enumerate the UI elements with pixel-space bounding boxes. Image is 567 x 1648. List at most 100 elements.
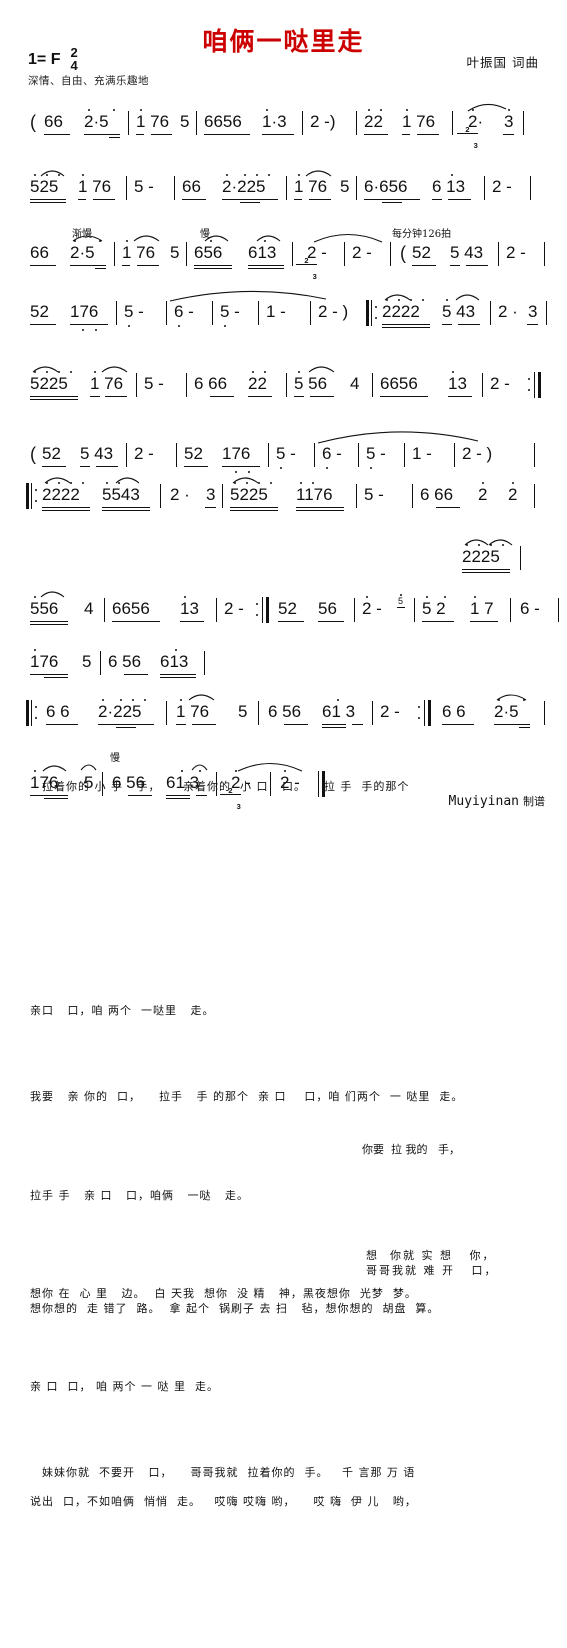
note: 5 43 [450,243,484,262]
tie [237,763,303,772]
barline [136,373,138,397]
beam [70,265,106,267]
octave-dot-low [128,325,131,328]
beam [296,507,344,509]
beam [30,324,56,326]
note: 5 56 [294,374,328,393]
note: 1176 [296,485,333,504]
beam [240,202,260,204]
barline [160,484,162,508]
note: 176 [222,444,251,463]
beam [519,727,530,729]
beam [462,569,510,571]
note: 6 - [174,302,194,321]
note: 2 - ) [462,444,493,463]
note: 6 - [520,599,540,618]
note: 2222 [382,302,420,321]
barline [372,373,374,397]
barline [166,701,168,725]
slur [232,477,259,484]
note: 6656 [112,599,150,618]
beam [78,199,86,201]
barline [204,651,206,675]
note: 176 [70,302,99,321]
barline [356,176,358,200]
octave-dot-high [268,174,271,177]
lyric-text: 亲 口 口， 咱 两个 一 哒 里 走。 [30,1380,219,1393]
repeat-start-thin-barline [31,483,33,509]
beam [30,795,68,797]
repeat-start-thin-barline [31,700,33,726]
beam [124,674,148,676]
barline [186,242,188,266]
barline [212,301,214,325]
beam [309,199,331,201]
beam [436,507,460,509]
barline [216,772,218,796]
note: 5 [238,702,248,721]
beam [176,724,186,726]
beam [494,724,530,726]
barline [482,373,484,397]
barline [116,301,118,325]
notation-line-12: 176 5 6 56 61 3 2 3 2 - 2 - [0,763,567,1344]
beam [128,795,152,797]
barline [286,176,288,200]
beam [136,134,144,136]
beam [44,677,68,679]
beam [462,572,510,574]
music-system-12: 176 5 6 56 61 3 2 3 2 - 2 - 亲 口 口， 咱 两个 … [0,763,567,1392]
beam [382,324,430,326]
repeat-start-thick-barline [26,483,30,509]
barline [344,242,346,266]
note: 2 - [362,599,382,618]
beam [422,621,454,623]
beam [318,621,344,623]
note: 6 56 [268,702,302,721]
beam [364,199,420,201]
barline [354,598,356,622]
octave-dot-low [95,329,98,332]
beam [503,134,514,136]
note: 5 - [276,444,296,463]
barline [356,111,358,135]
beam [30,621,68,623]
beam [205,507,216,509]
beam [222,199,278,201]
beam [222,466,260,468]
barline [523,111,525,135]
note: 2 - [492,177,512,196]
note: 2 - ) [318,302,349,321]
barline [490,301,492,325]
note: 5 - [134,177,154,196]
octave-dot-low [326,467,329,470]
beam [102,510,150,512]
note: 3 [504,112,514,131]
barline [270,772,272,796]
beam [294,396,304,398]
note: 525 [30,177,59,196]
note: 3 [528,302,538,321]
slur [188,694,215,701]
barline [176,443,178,467]
barline [174,176,176,200]
note: 2·5 [494,702,519,721]
beam [192,724,216,726]
beam [90,396,100,398]
beam [230,510,278,512]
octave-dot-high [422,299,425,302]
barline [372,701,374,725]
beam [230,507,278,509]
beam [137,265,159,267]
barline [258,701,260,725]
octave-dot-low [370,467,373,470]
beam [458,324,480,326]
beam [417,134,439,136]
barline [534,484,536,508]
note: 52 [184,444,203,463]
repeat-end-thin-barline [534,372,536,398]
repeat-dot [35,500,38,503]
note: 6 56 [112,773,146,792]
grace-note: 5 [398,596,404,606]
repeat-dot [418,717,421,720]
